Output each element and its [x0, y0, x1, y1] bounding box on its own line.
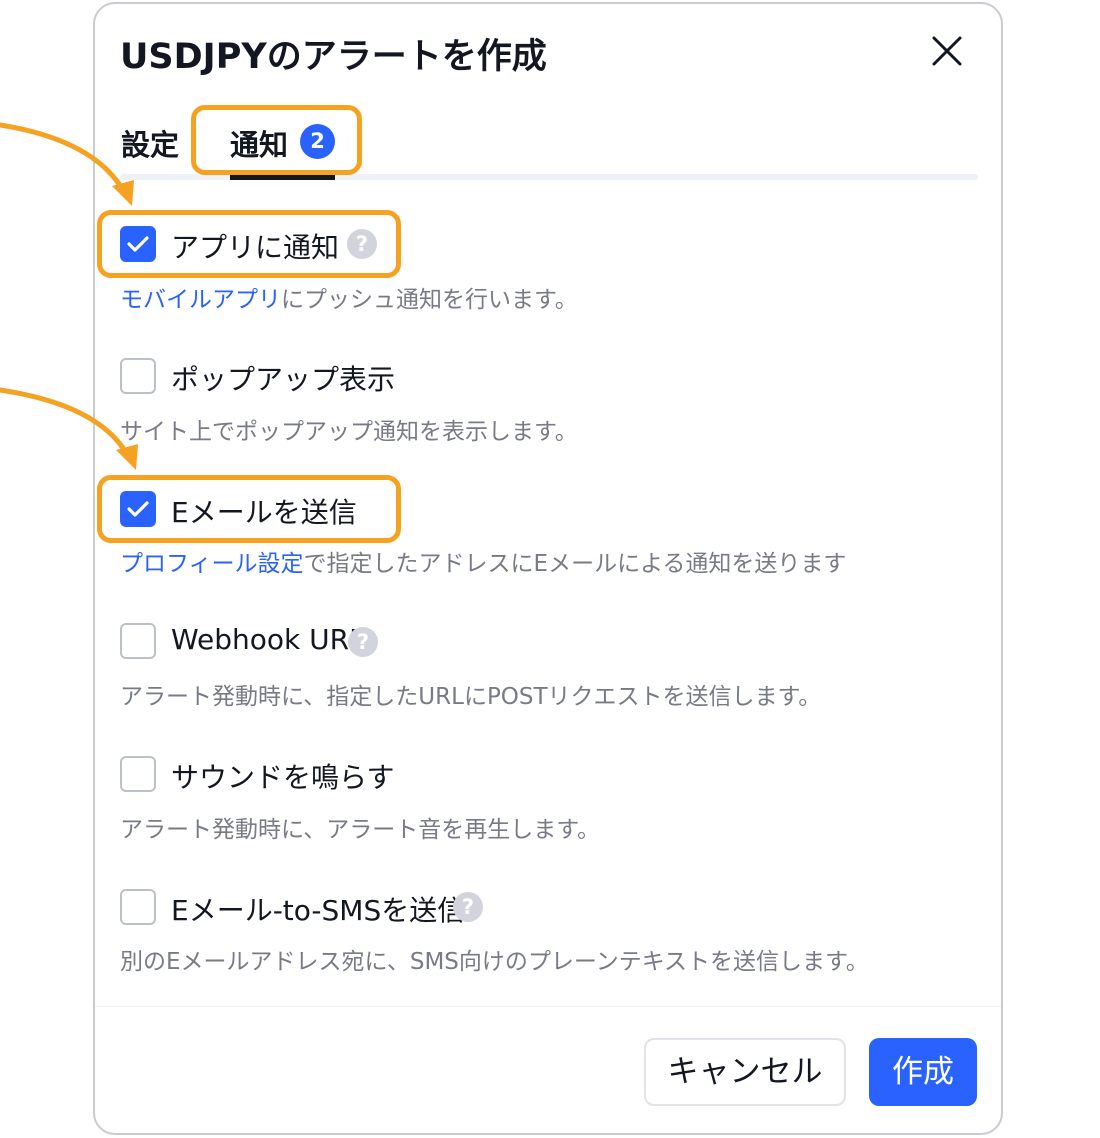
email-to-sms-checkbox[interactable] — [120, 889, 156, 925]
email-description: プロフィール設定で指定したアドレスにEメールによる通知を送ります — [120, 544, 846, 578]
sound-description: アラート発動時に、アラート音を再生します。 — [120, 817, 601, 843]
create-button[interactable]: 作成 — [869, 1038, 977, 1106]
cancel-button[interactable]: キャンセル — [644, 1038, 846, 1106]
help-icon[interactable]: ? — [348, 627, 378, 657]
webhook-checkbox[interactable] — [120, 623, 156, 659]
tab-notifications[interactable]: 通知 — [230, 122, 288, 164]
close-icon — [932, 36, 962, 66]
arrow-head-icon — [116, 444, 138, 470]
help-icon[interactable]: ? — [347, 229, 377, 259]
arrow-to-email — [0, 387, 131, 459]
email-to-sms-description: 別のEメールアドレス宛に、SMS向けのプレーンテキストを送信します。 — [120, 949, 869, 975]
webhook-description: アラート発動時に、指定したURLにPOSTリクエストを送信します。 — [120, 684, 822, 710]
footer-divider — [95, 1006, 1001, 1007]
dialog-title: USDJPYのアラートを作成 — [120, 37, 547, 77]
arrow-head-icon — [112, 180, 134, 206]
arrow-to-app-notification — [0, 122, 127, 195]
email-to-sms-label[interactable]: Eメール-to-SMSを送信 — [171, 889, 465, 929]
profile-settings-link[interactable]: プロフィール設定 — [120, 551, 304, 577]
sound-label[interactable]: サウンドを鳴らす — [171, 756, 394, 796]
notification-count-badge: 2 — [300, 124, 335, 159]
check-icon — [127, 501, 149, 517]
sound-checkbox[interactable] — [120, 756, 156, 792]
annotation-arrows — [0, 122, 138, 470]
help-icon[interactable]: ? — [453, 892, 483, 922]
webhook-label[interactable]: Webhook URL — [171, 623, 365, 656]
popup-label[interactable]: ポップアップ表示 — [171, 358, 395, 398]
app-notification-description-text: にプッシュ通知を行います。 — [281, 287, 578, 313]
active-tab-underline — [230, 174, 335, 180]
email-description-text: で指定したアドレスにEメールによる通知を送ります — [303, 551, 847, 577]
email-label[interactable]: Eメールを送信 — [171, 491, 357, 531]
app-notification-label[interactable]: アプリに通知 — [171, 226, 339, 266]
page: USDJPYのアラートを作成 設定 通知 2 アプリに通知 ? モバイルアプリに… — [0, 0, 1100, 1138]
close-button[interactable] — [926, 30, 968, 72]
app-notification-description: モバイルアプリにプッシュ通知を行います。 — [120, 280, 578, 314]
popup-description: サイト上でポップアップ通知を表示します。 — [120, 419, 578, 445]
email-checkbox[interactable] — [120, 491, 156, 527]
